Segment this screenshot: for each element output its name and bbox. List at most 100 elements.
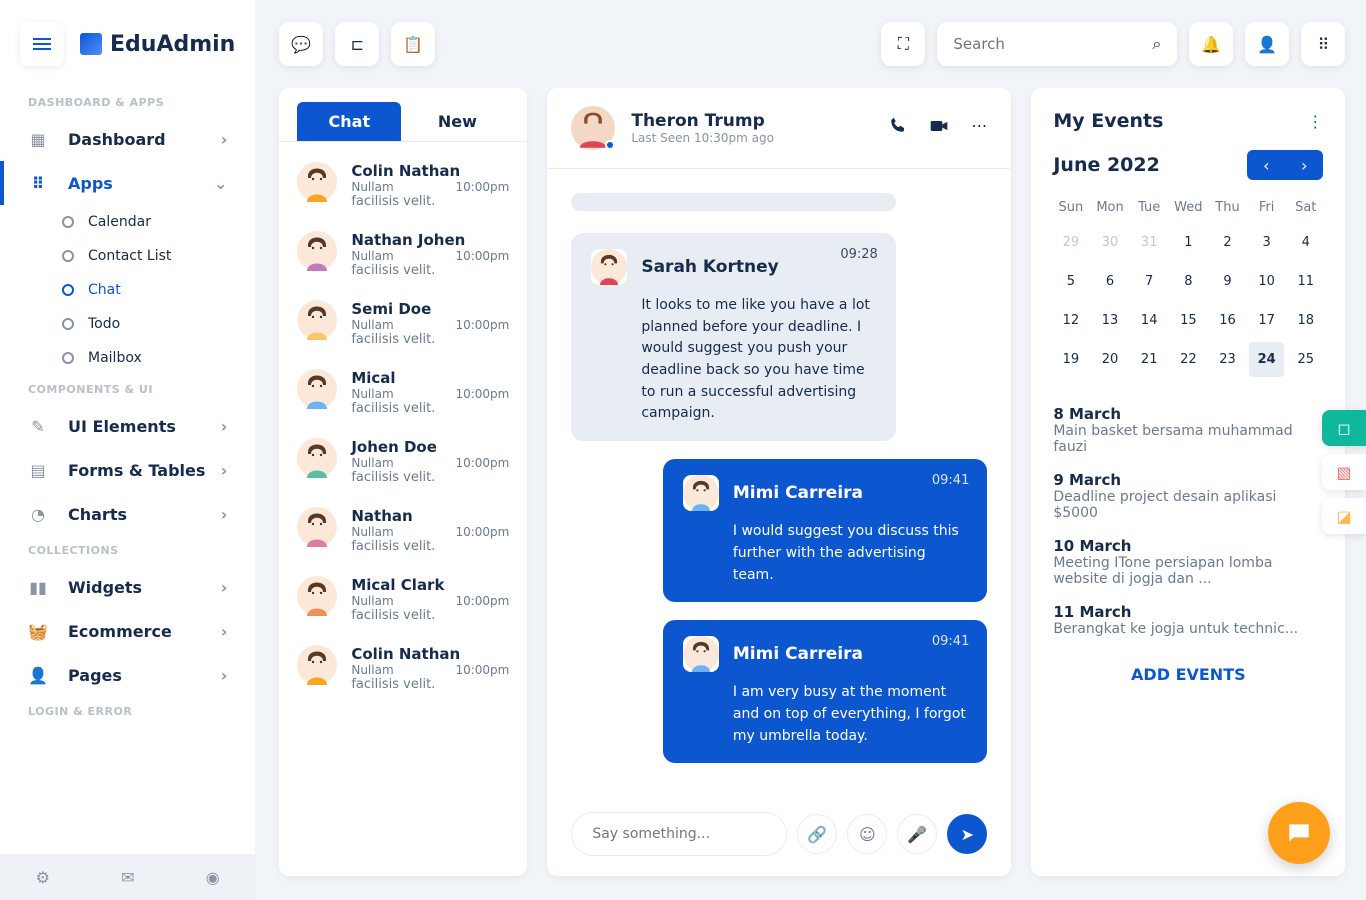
contact-item[interactable]: Semi DoeNullam10:00pmfacilisis velit. [297, 300, 509, 347]
edit-icon: ✎ [28, 416, 48, 436]
cal-day[interactable]: 12 [1053, 303, 1088, 338]
event-text: Main basket bersama muhammad fauzi [1053, 423, 1323, 455]
emoji-button[interactable]: ☺ [847, 814, 887, 854]
sub-calendar[interactable]: Calendar [62, 205, 255, 239]
cal-day[interactable]: 17 [1249, 303, 1284, 338]
cal-day[interactable]: 25 [1288, 342, 1323, 377]
cal-day-prev[interactable]: 29 [1053, 225, 1088, 260]
layout-button[interactable]: ⊏ [335, 22, 379, 66]
sub-mailbox[interactable]: Mailbox [62, 341, 255, 375]
call-icon[interactable] [889, 116, 907, 140]
nav-section-components: COMPONENTS & UI [0, 375, 255, 404]
cal-day-prev[interactable]: 31 [1132, 225, 1167, 260]
cal-day[interactable]: 14 [1132, 303, 1167, 338]
contact-snippet: Nullam [351, 318, 393, 332]
search-icon[interactable]: ⌕ [1152, 34, 1161, 54]
tool-image-icon[interactable]: ▧ [1322, 454, 1366, 490]
notifications-button[interactable]: 🔔 [1189, 22, 1233, 66]
contact-item[interactable]: Nathan JohenNullam10:00pmfacilisis velit… [297, 231, 509, 278]
cal-day[interactable]: 22 [1171, 342, 1206, 377]
contact-item[interactable]: Mical ClarkNullam10:00pmfacilisis velit. [297, 576, 509, 623]
cal-day[interactable]: 9 [1210, 264, 1245, 299]
cal-day[interactable]: 23 [1210, 342, 1245, 377]
nav-dashboard[interactable]: ▦Dashboard› [0, 117, 255, 161]
clipboard-button[interactable]: 📋 [391, 22, 435, 66]
nav-widgets[interactable]: ▮▮Widgets› [0, 565, 255, 609]
tab-chat[interactable]: Chat [297, 102, 401, 141]
cal-day-prev[interactable]: 30 [1092, 225, 1127, 260]
chevron-right-icon: › [221, 130, 228, 149]
events-panel: My Events ⋮ June 2022 ‹ › SunMonTueWedTh… [1031, 88, 1345, 876]
contact-item[interactable]: Colin NathanNullam10:00pmfacilisis velit… [297, 162, 509, 209]
video-icon[interactable] [929, 116, 949, 140]
user-button[interactable]: 👤 [1245, 22, 1289, 66]
cal-day[interactable]: 15 [1171, 303, 1206, 338]
cal-day[interactable]: 7 [1132, 264, 1167, 299]
nav-label: Forms & Tables [68, 461, 205, 480]
message-input[interactable] [592, 826, 766, 842]
nav-pages[interactable]: 👤Pages› [0, 653, 255, 697]
event-item[interactable]: 8 MarchMain basket bersama muhammad fauz… [1053, 405, 1323, 455]
fab-chat-button[interactable] [1268, 802, 1330, 864]
cal-day[interactable]: 20 [1092, 342, 1127, 377]
contact-item[interactable]: Colin NathanNullam10:00pmfacilisis velit… [297, 645, 509, 692]
mic-button[interactable]: 🎤 [897, 814, 937, 854]
cal-day[interactable]: 21 [1132, 342, 1167, 377]
send-button[interactable]: ➤ [947, 814, 987, 854]
contact-item[interactable]: NathanNullam10:00pmfacilisis velit. [297, 507, 509, 554]
more-icon[interactable]: ⋯ [971, 116, 987, 140]
nav-apps[interactable]: ⠿Apps⌄ [0, 161, 255, 205]
message-input-wrap[interactable] [571, 812, 787, 856]
cal-day[interactable]: 19 [1053, 342, 1088, 377]
cal-day[interactable]: 13 [1092, 303, 1127, 338]
nav-ecom[interactable]: 🧺Ecommerce› [0, 609, 255, 653]
nav-forms[interactable]: ▤Forms & Tables› [0, 448, 255, 492]
hamburger-button[interactable] [20, 22, 64, 66]
cal-day[interactable]: 24 [1249, 342, 1284, 377]
sub-contact[interactable]: Contact List [62, 239, 255, 273]
search-input[interactable] [953, 35, 1152, 53]
event-item[interactable]: 10 MarchMeeting ITone persiapan lomba we… [1053, 537, 1323, 587]
chat-avatar[interactable] [571, 106, 615, 150]
mail-icon[interactable]: ✉ [121, 868, 134, 887]
settings-icon[interactable]: ⚙ [36, 868, 50, 887]
cal-prev-button[interactable]: ‹ [1247, 150, 1285, 180]
event-item[interactable]: 11 MarchBerangkat ke jogja untuk technic… [1053, 603, 1323, 637]
nav-charts[interactable]: ◔Charts› [0, 492, 255, 536]
profile-icon[interactable]: ◉ [206, 868, 220, 887]
cal-day[interactable]: 4 [1288, 225, 1323, 260]
nav-ui[interactable]: ✎UI Elements› [0, 404, 255, 448]
chat-bubble-button[interactable]: 💬 [279, 22, 323, 66]
brand-logo[interactable]: EduAdmin [80, 32, 235, 57]
tool-chat-icon[interactable]: ◪ [1322, 498, 1366, 534]
cal-next-button[interactable]: › [1285, 150, 1323, 180]
contact-name: Johen Doe [351, 438, 509, 456]
cal-day[interactable]: 6 [1092, 264, 1127, 299]
cal-day[interactable]: 1 [1171, 225, 1206, 260]
cal-day[interactable]: 8 [1171, 264, 1206, 299]
avatar [297, 231, 337, 271]
cal-day[interactable]: 18 [1288, 303, 1323, 338]
sub-todo[interactable]: Todo [62, 307, 255, 341]
search-box[interactable]: ⌕ [937, 22, 1177, 66]
contact-item[interactable]: Johen DoeNullam10:00pmfacilisis velit. [297, 438, 509, 485]
tool-green[interactable]: ◻ [1322, 410, 1366, 446]
cal-day[interactable]: 10 [1249, 264, 1284, 299]
cal-day[interactable]: 3 [1249, 225, 1284, 260]
event-item[interactable]: 9 MarchDeadline project desain aplikasi … [1053, 471, 1323, 521]
cal-day[interactable]: 5 [1053, 264, 1088, 299]
cal-day[interactable]: 16 [1210, 303, 1245, 338]
apps-button[interactable]: ⠿ [1301, 22, 1345, 66]
chevron-right-icon: › [221, 666, 228, 685]
tab-new[interactable]: New [405, 102, 509, 141]
sub-chat[interactable]: Chat [62, 273, 255, 307]
add-events-button[interactable]: ADD EVENTS [1053, 665, 1323, 684]
events-more-icon[interactable]: ⋮ [1307, 112, 1323, 131]
fullscreen-button[interactable]: ⛶ [881, 22, 925, 66]
cal-day[interactable]: 11 [1288, 264, 1323, 299]
event-date: 8 March [1053, 405, 1323, 423]
cal-day[interactable]: 2 [1210, 225, 1245, 260]
contact-name: Nathan [351, 507, 509, 525]
contact-item[interactable]: MicalNullam10:00pmfacilisis velit. [297, 369, 509, 416]
attach-button[interactable]: 🔗 [797, 814, 837, 854]
